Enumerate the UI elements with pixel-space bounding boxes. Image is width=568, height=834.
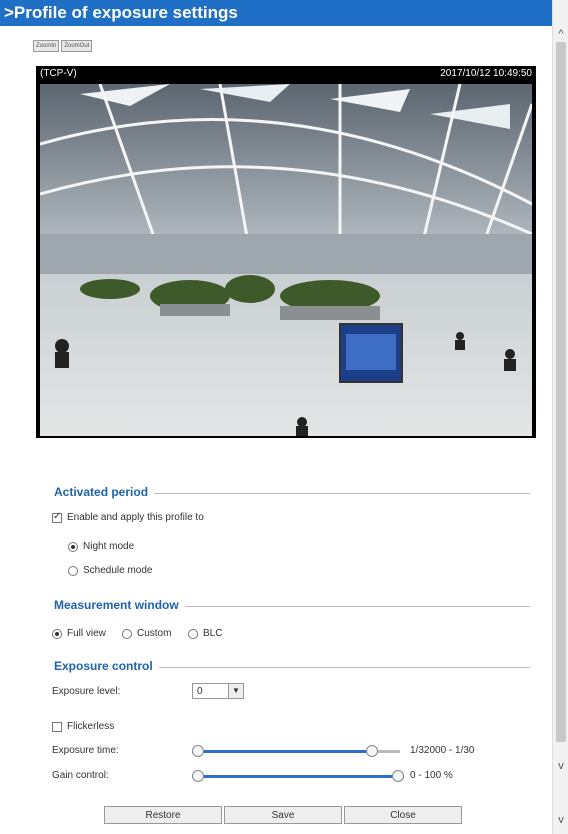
video-source-label: (TCP-V) (40, 68, 77, 79)
exposure-control-title: Exposure control (36, 659, 159, 673)
video-header: (TCP-V) 2017/10/12 10:49:50 (36, 66, 536, 82)
schedule-mode-row[interactable]: Schedule mode (68, 565, 153, 576)
enable-profile-label: Enable and apply this profile to (67, 512, 204, 523)
custom-label: Custom (137, 628, 172, 639)
schedule-mode-label: Schedule mode (83, 565, 153, 576)
measurement-window-title: Measurement window (36, 598, 185, 612)
exposure-time-range: 1/32000 - 1/30 (410, 745, 475, 756)
blc-row[interactable]: BLC (188, 628, 222, 639)
exposure-level-select[interactable]: 0 ▼ (192, 683, 244, 699)
gain-control-slider[interactable] (192, 770, 404, 782)
vertical-scrollbar[interactable]: ^ v v (552, 0, 568, 834)
gain-control-label: Gain control: (52, 770, 109, 781)
scroll-down-icon[interactable]: v (553, 758, 568, 774)
flickerless-checkbox[interactable] (52, 721, 62, 732)
enable-profile-row[interactable]: Enable and apply this profile to (52, 511, 204, 523)
full-view-row[interactable]: Full view (52, 628, 106, 639)
video-timestamp: 2017/10/12 10:49:50 (440, 68, 532, 79)
enable-profile-checkbox[interactable] (52, 511, 62, 523)
flickerless-row[interactable]: Flickerless (52, 721, 114, 732)
zoom-out-button[interactable]: ZoomOut (61, 40, 93, 52)
close-button[interactable]: Close (344, 806, 462, 824)
exposure-level-value: 0 (197, 685, 203, 697)
blc-label: BLC (203, 628, 223, 639)
restore-button[interactable]: Restore (104, 806, 222, 824)
night-mode-radio[interactable] (68, 541, 78, 552)
gain-control-range: 0 - 100 % (410, 770, 453, 781)
zoom-in-button[interactable]: ZoomIn (33, 40, 60, 52)
scroll-down-icon[interactable]: v (553, 812, 568, 828)
exposure-time-max-handle[interactable] (366, 745, 378, 757)
custom-row[interactable]: Custom (122, 628, 171, 639)
scroll-up-icon[interactable]: ^ (553, 26, 568, 42)
gain-control-track (192, 775, 404, 778)
exposure-time-label: Exposure time: (52, 745, 119, 756)
exposure-time-min-handle[interactable] (192, 745, 204, 757)
activated-period-title: Activated period (36, 485, 155, 499)
gain-control-max-handle[interactable] (392, 770, 404, 782)
exposure-time-track (192, 750, 372, 753)
exposure-level-label: Exposure level: (52, 686, 121, 697)
night-mode-row[interactable]: Night mode (68, 541, 134, 552)
scroll-thumb[interactable] (556, 42, 566, 742)
video-toolbar: ZoomIn ZoomOut (33, 40, 93, 52)
full-view-label: Full view (67, 628, 106, 639)
flickerless-label: Flickerless (67, 721, 115, 732)
blc-radio[interactable] (188, 628, 198, 639)
live-video-view: (TCP-V) 2017/10/12 10:49:50 (36, 66, 536, 438)
save-button[interactable]: Save (224, 806, 342, 824)
gain-control-min-handle[interactable] (192, 770, 204, 782)
schedule-mode-radio[interactable] (68, 565, 78, 576)
full-view-radio[interactable] (52, 628, 62, 639)
exposure-time-slider[interactable] (192, 745, 400, 757)
custom-radio[interactable] (122, 628, 132, 639)
night-mode-label: Night mode (83, 541, 135, 552)
chevron-down-icon[interactable]: ▼ (228, 684, 243, 698)
page-title: >Profile of exposure settings (0, 0, 552, 26)
camera-scene-image (40, 84, 532, 436)
